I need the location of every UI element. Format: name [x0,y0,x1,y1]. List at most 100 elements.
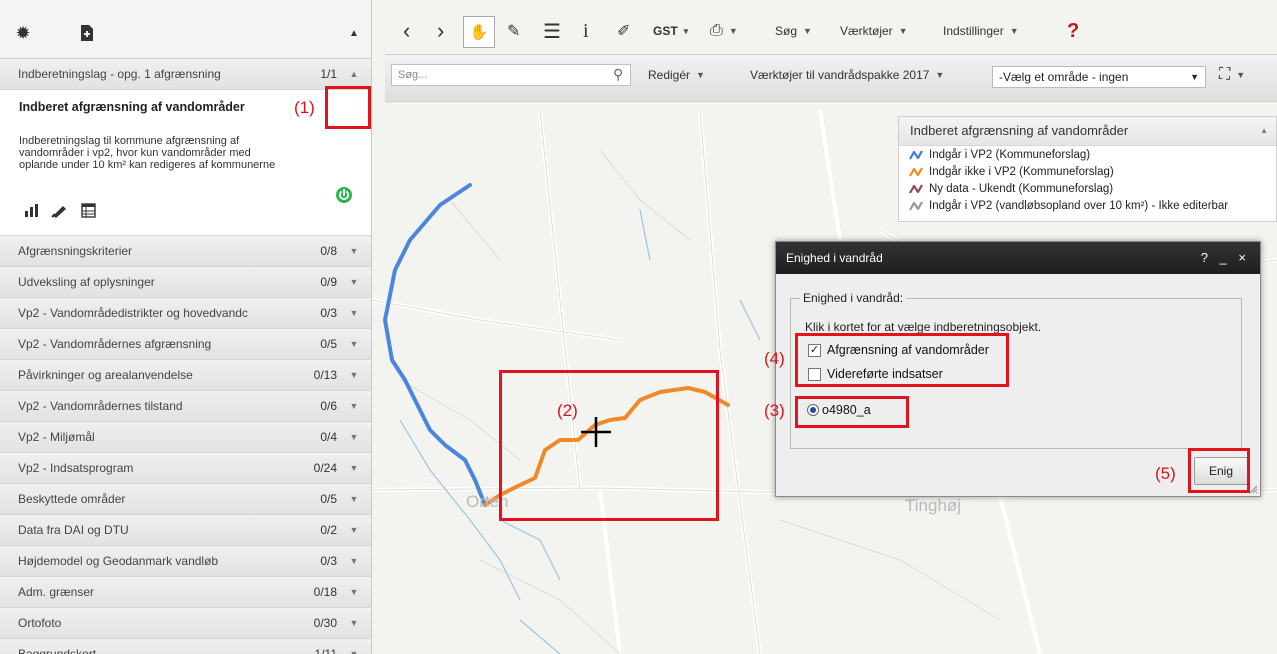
forward-icon[interactable]: › [437,10,444,52]
chevron-down-icon[interactable]: ▼ [337,277,371,287]
layer-group-label: Vp2 - Vandområdedistrikter og hovedvandc [18,306,248,320]
legend-item: Indgår i VP2 (vandløbsopland over 10 km²… [909,200,1228,212]
settings-menu[interactable]: Indstillinger ▼ [943,10,1019,52]
layer-group-label: Vp2 - Vandområdernes tilstand [18,399,183,413]
layer-group-label: Udveksling af oplysninger [18,275,155,289]
layer-group-row[interactable]: Udveksling af oplysninger 0/9 ▼ [0,267,371,298]
layer-group-row[interactable]: Afgrænsningskriterier 0/8 ▼ [0,236,371,267]
search-menu[interactable]: Søg ▼ [775,10,812,52]
gst-button[interactable]: GST ▾ [653,10,688,52]
line-symbol-icon [909,167,923,177]
layer-group-count: 1/1 [320,67,337,81]
attribute-table-icon[interactable] [81,203,96,222]
chevron-down-icon[interactable]: ▼ [337,556,371,566]
layer-group-label: Indberetningslag - opg. 1 afgrænsning [18,67,221,81]
layer-group-row[interactable]: Data fra DAI og DTU 0/2 ▼ [0,515,371,546]
open-layer-detail: Indberet afgrænsning af vandområder Indb… [0,90,371,236]
back-icon[interactable]: ‹ [403,10,410,52]
layer-group-row[interactable]: Ortofoto 0/30 ▼ [0,608,371,639]
package-tools-label: Værktøjer til vandrådspakke 2017 [750,68,930,82]
add-document-icon[interactable] [76,22,98,44]
layer-group-count: 1/11 [314,647,337,654]
layer-group-label: Vp2 - Miljømål [18,430,95,444]
layer-panel: ✹ ▲ Indberetningslag - opg. 1 afgrænsnin… [0,0,372,654]
chevron-down-icon[interactable]: ▼ [337,463,371,473]
search-icon[interactable]: ⚲ [613,66,623,83]
pan-hand-icon[interactable]: ✋ [463,16,495,48]
layer-group-row[interactable]: Vp2 - Vandområdedistrikter og hovedvandc… [0,298,371,329]
chevron-down-icon[interactable]: ▼ [337,525,371,535]
gear-icon[interactable]: ✹ [12,22,34,44]
info-icon[interactable]: i [583,10,589,52]
annotation-box-2 [499,370,719,521]
chevron-up-icon[interactable]: ▲ [337,69,371,79]
chevron-down-icon[interactable]: ▼ [337,308,371,318]
layer-group-label: Ortofoto [18,616,62,630]
annotation-label-2: (2) [557,401,578,420]
layer-group-row[interactable]: Vp2 - Vandområdernes afgrænsning 0/5 ▼ [0,329,371,360]
chevron-down-icon[interactable]: ▼ [337,649,371,654]
layer-group-count: 0/5 [320,492,337,506]
layer-group-count: 0/13 [313,368,337,382]
annotation-box-4 [795,333,1009,387]
chevron-down-icon[interactable]: ▼ [337,401,371,411]
layer-group-row[interactable]: Beskyttede områder 0/5 ▼ [0,484,371,515]
collapse-panel-icon[interactable]: ▲ [343,22,365,44]
layer-group-count: 0/8 [320,244,337,258]
gst-label: GST [653,24,678,38]
eraser-icon[interactable]: ✐ [617,10,630,52]
layer-group-label: Højdemodel og Geodanmark vandløb [18,554,219,568]
dialog-hint: Klik i kortet for at vælge indberetnings… [805,320,1042,334]
print-icon[interactable]: ⎙ ▼ [710,10,738,52]
chevron-down-icon[interactable]: ▼ [337,618,371,628]
layer-group-row[interactable]: Påvirkninger og arealanvendelse 0/13 ▼ [0,360,371,391]
edit-menu-label: Redigér [648,68,691,82]
annotation-box-5 [1188,448,1250,493]
layer-group-row[interactable]: Vp2 - Vandområdernes tilstand 0/6 ▼ [0,391,371,422]
layer-group-row[interactable]: Indberetningslag - opg. 1 afgrænsning 1/… [0,59,371,90]
search-input[interactable]: Søg... [391,64,631,86]
settings-menu-label: Indstillinger [943,24,1004,38]
layer-group-label: Data fra DAI og DTU [18,523,129,537]
area-select[interactable]: -Vælg et område - ingen ▼ [992,66,1206,88]
chevron-down-icon[interactable]: ▼ [337,494,371,504]
map-layers-icon[interactable]: ⛶ ▼ [1219,55,1245,95]
edit-pen-icon[interactable] [51,203,69,222]
chevron-down-icon[interactable]: ▼ [337,432,371,442]
layer-group-count: 0/3 [320,554,337,568]
legend-header: Indberet afgrænsning af vandområder ▲ [899,117,1276,146]
list-menu-icon[interactable]: ☰ [543,10,561,52]
bar-chart-icon[interactable] [24,203,39,222]
map-town-label: Tinghøj [905,496,962,515]
power-toggle-icon[interactable] [335,186,353,204]
layer-group-row[interactable]: Vp2 - Miljømål 0/4 ▼ [0,422,371,453]
tools-menu[interactable]: Værktøjer ▼ [840,10,908,52]
legend-item-label: Indgår ikke i VP2 (Kommuneforslag) [929,166,1114,178]
layer-group-row[interactable]: Baggrundskort 1/11 ▼ [0,639,371,654]
layer-group-row[interactable]: Højdemodel og Geodanmark vandløb 0/3 ▼ [0,546,371,577]
layer-group-count: 0/6 [320,399,337,413]
dialog-header[interactable]: Enighed i vandråd ? _ × [776,242,1260,274]
layer-group-row[interactable]: Adm. grænser 0/18 ▼ [0,577,371,608]
layer-group-count: 0/9 [320,275,337,289]
chevron-down-icon[interactable]: ▼ [337,246,371,256]
measure-icon[interactable]: ✎ [507,10,520,52]
chevron-up-icon[interactable]: ▲ [1260,117,1268,145]
tools-menu-label: Værktøjer [840,24,893,38]
annotation-label-3: (3) [764,401,785,420]
map-legend: Indberet afgrænsning af vandområder ▲ In… [898,116,1277,222]
chevron-down-icon[interactable]: ▼ [337,370,371,380]
layer-group-row[interactable]: Vp2 - Indsatsprogram 0/24 ▼ [0,453,371,484]
chevron-down-icon[interactable]: ▼ [337,339,371,349]
help-icon[interactable]: ? [1067,10,1079,52]
chevron-down-icon[interactable]: ▼ [337,587,371,597]
layer-group-label: Baggrundskort [18,647,97,654]
dialog-controls[interactable]: ? _ × [1201,242,1250,274]
layer-group-label: Vp2 - Vandområdernes afgrænsning [18,337,212,351]
layer-group-count: 0/3 [320,306,337,320]
legend-item-label: Indgår i VP2 (vandløbsopland over 10 km²… [929,200,1229,212]
layer-panel-toolbar: ✹ ▲ [0,0,371,59]
legend-item: Ny data - Ukendt (Kommuneforslag) [909,183,1113,195]
edit-menu[interactable]: Redigér ▼ [648,55,705,95]
package-tools-menu[interactable]: Værktøjer til vandrådspakke 2017 ▼ [750,55,944,95]
